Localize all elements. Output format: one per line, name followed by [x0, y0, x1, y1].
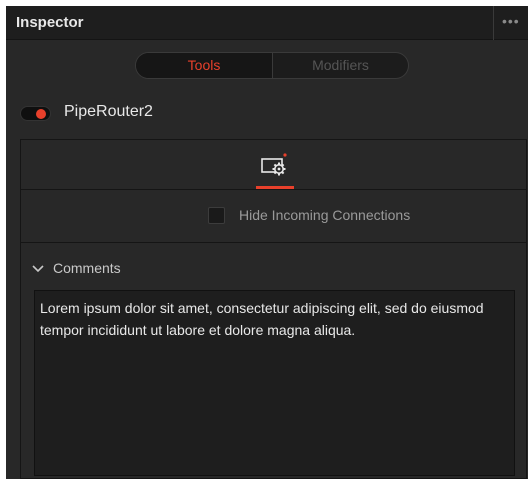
tools-modifiers-switch: Tools Modifiers [135, 52, 409, 79]
active-tab-indicator [256, 186, 294, 189]
hide-incoming-checkbox[interactable] [208, 207, 225, 224]
settings-tab-icon[interactable] [257, 152, 297, 178]
tab-modifiers[interactable]: Modifiers [273, 53, 408, 78]
more-options-icon[interactable]: ••• [502, 13, 520, 29]
header-divider [493, 6, 494, 40]
node-enable-toggle[interactable] [20, 106, 51, 121]
comments-text-area[interactable]: Lorem ipsum dolor sit amet, consectetur … [34, 290, 515, 476]
inspector-panel: Inspector ••• Tools Modifiers PipeRouter… [6, 6, 528, 479]
panel-title: Inspector [16, 14, 84, 31]
hide-incoming-row: Hide Incoming Connections [21, 191, 526, 243]
hide-incoming-label: Hide Incoming Connections [239, 207, 411, 223]
chevron-down-icon [32, 265, 44, 273]
inspector-header: Inspector ••• [6, 6, 528, 40]
control-tabs-bar [21, 140, 526, 190]
toggle-knob [36, 109, 46, 119]
node-name: PipeRouter2 [64, 103, 153, 120]
tool-controls-panel: Hide Incoming Connections Comments Lorem… [20, 139, 527, 479]
comments-label: Comments [53, 260, 121, 276]
tab-tools[interactable]: Tools [136, 53, 273, 78]
